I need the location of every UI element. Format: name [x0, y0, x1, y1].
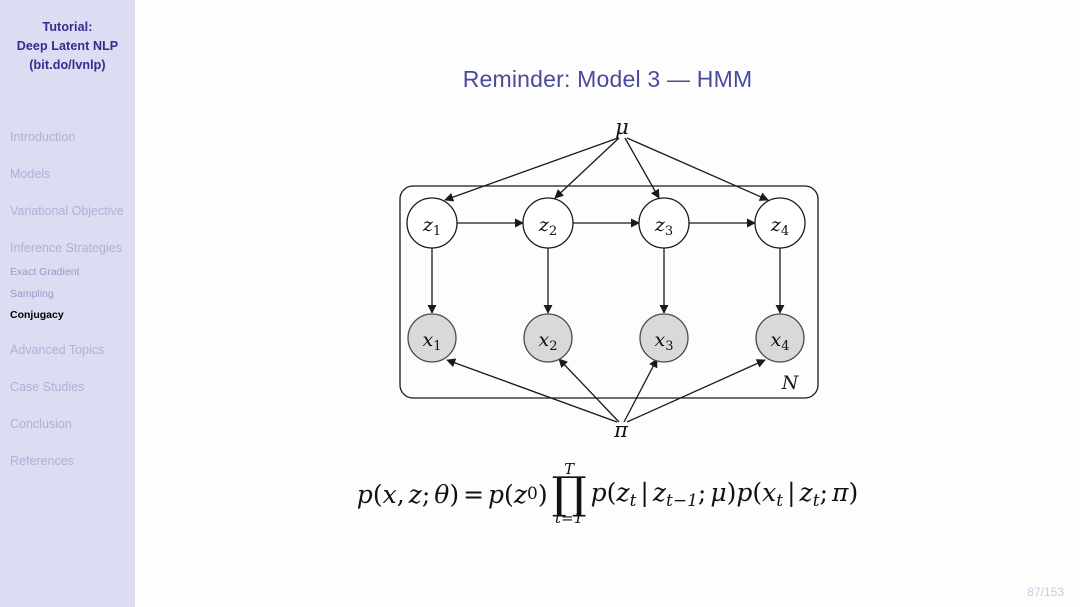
- edge-mu-z4: [626, 137, 769, 201]
- equation-lhs: p: [356, 479, 373, 509]
- sidebar-nav: Introduction Models Variational Objectiv…: [0, 128, 135, 489]
- sidebar-item-advanced-topics[interactable]: Advanced Topics: [0, 341, 135, 360]
- product-symbol: ∏: [551, 468, 587, 519]
- sidebar-item-models[interactable]: Models: [0, 165, 135, 184]
- sidebar-item-introduction[interactable]: Introduction: [0, 128, 135, 147]
- sidebar-item-sampling[interactable]: Sampling: [0, 284, 135, 306]
- node-z3: z3: [638, 197, 690, 249]
- sidebar: Tutorial: Deep Latent NLP (bit.do/lvnlp)…: [0, 0, 135, 607]
- node-x4: x4: [755, 313, 805, 363]
- page-number: 87/153: [1027, 585, 1064, 599]
- equation-row: p(x, z; θ) = p(z 0) T ∏ t=1 p(zt | zt−1; μ) p(x…: [356, 460, 859, 528]
- edge-mu-z1: [444, 137, 619, 202]
- edge-pi-x3: [623, 358, 658, 423]
- sidebar-item-variational-objective[interactable]: Variational Objective: [0, 202, 135, 221]
- sidebar-item-conjugacy[interactable]: Conjugacy: [0, 305, 135, 327]
- node-z1: z1: [406, 197, 458, 249]
- slide-root: Tutorial: Deep Latent NLP (bit.do/lvnlp)…: [0, 0, 1080, 607]
- parameter-pi-label: π: [613, 418, 629, 442]
- node-x3: x3: [639, 313, 689, 363]
- sidebar-item-case-studies[interactable]: Case Studies: [0, 378, 135, 397]
- sidebar-title-line-2: Deep Latent NLP: [16, 39, 119, 53]
- node-x1: x1: [407, 313, 457, 363]
- node-z4: z4: [754, 197, 806, 249]
- sidebar-title-line-1: Tutorial:: [42, 20, 93, 34]
- node-z2: z2: [522, 197, 574, 249]
- sidebar-item-exact-gradient[interactable]: Exact Gradient: [0, 262, 135, 284]
- sidebar-subsection-group: Exact Gradient Sampling Conjugacy: [0, 262, 135, 327]
- parameter-mu-label: μ: [615, 115, 629, 139]
- sidebar-item-inference-strategies[interactable]: Inference Strategies: [0, 239, 135, 258]
- product-operator: T ∏ t=1: [552, 462, 587, 526]
- sidebar-item-references[interactable]: References: [0, 452, 135, 471]
- edge-pi-x1: [446, 358, 618, 423]
- hmm-plate-diagram: N z1 z2 z3 z4 x1 x2 x3 x4 μ π: [135, 105, 1080, 455]
- sidebar-title-line-3: (bit.do/lvnlp): [29, 58, 106, 72]
- edge-mu-z3: [624, 137, 660, 199]
- edge-pi-x4: [626, 359, 766, 423]
- equation-prior: p: [488, 479, 505, 509]
- plate-label: N: [781, 372, 800, 394]
- product-lower-limit: t=1: [555, 509, 584, 528]
- node-x2: x2: [523, 313, 573, 363]
- sidebar-title: Tutorial: Deep Latent NLP (bit.do/lvnlp): [0, 18, 135, 75]
- sidebar-item-conclusion[interactable]: Conclusion: [0, 415, 135, 434]
- joint-probability-equation: p(x, z; θ) = p(z 0) T ∏ t=1 p(zt | zt−1; μ) p(x…: [135, 462, 1080, 526]
- edge-pi-x2: [558, 358, 620, 423]
- hmm-diagram-svg: N z1 z2 z3 z4 x1 x2 x3 x4 μ π: [399, 115, 819, 442]
- page-title: Reminder: Model 3 — HMM: [462, 66, 753, 92]
- equation-transition: p(zt | zt−1; μ): [590, 477, 737, 511]
- equation-emission: p(xt | zt; π): [736, 477, 859, 511]
- edge-mu-z2: [554, 137, 620, 199]
